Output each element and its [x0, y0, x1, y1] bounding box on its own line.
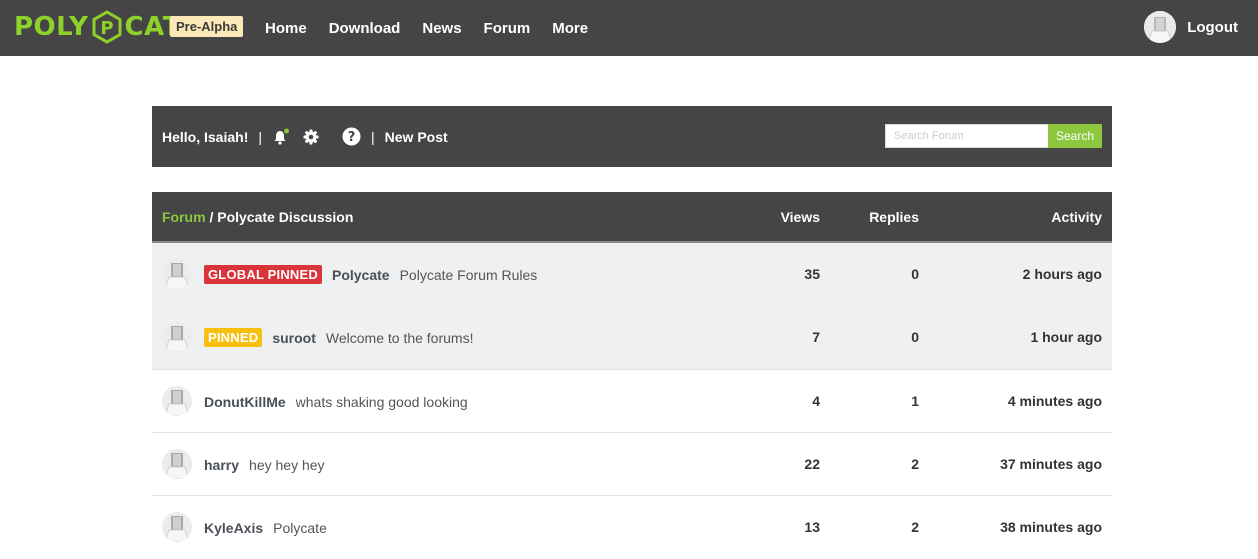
- topics-table-header: Forum / Polycate Discussion Views Replie…: [152, 192, 1112, 243]
- help-icon[interactable]: ?: [342, 127, 361, 146]
- search-input[interactable]: [885, 124, 1048, 148]
- breadcrumb-current: Polycate Discussion: [217, 209, 354, 225]
- column-header-views[interactable]: Views: [781, 192, 820, 242]
- author-avatar[interactable]: [162, 512, 192, 542]
- topic-author[interactable]: harry: [204, 457, 239, 473]
- topic-author[interactable]: KyleAxis: [204, 520, 263, 536]
- forum-toolbar: Hello, Isaiah! | ? | New Post Search For…: [152, 106, 1112, 167]
- topic-row[interactable]: KyleAxis Polycate 13 2 38 minutes ago: [152, 495, 1112, 558]
- global-pinned-badge: GLOBAL PINNED: [204, 265, 322, 284]
- topic-activity: 1 hour ago: [1030, 329, 1102, 345]
- pre-alpha-badge: Pre-Alpha: [170, 16, 244, 37]
- logout-link[interactable]: Logout: [1187, 19, 1238, 36]
- topic-author[interactable]: Polycate: [332, 267, 390, 283]
- topic-title[interactable]: Polycate Forum Rules: [400, 267, 538, 283]
- toolbar-separator: |: [371, 128, 375, 145]
- topic-activity: 37 minutes ago: [1000, 456, 1102, 472]
- avatar-figure-icon: [162, 512, 192, 542]
- author-avatar[interactable]: [162, 449, 192, 479]
- nav-forum-link[interactable]: Forum: [484, 20, 531, 37]
- greeting-text: Hello, Isaiah!: [162, 128, 249, 145]
- topic-views: 7: [812, 329, 820, 345]
- forum-search: Search: [885, 124, 1102, 148]
- search-button[interactable]: Search: [1048, 124, 1102, 148]
- topic-views: 13: [804, 519, 820, 535]
- author-avatar[interactable]: [162, 322, 192, 352]
- avatar-figure-icon: [162, 386, 192, 416]
- topic-row[interactable]: DonutKillMe whats shaking good looking 4…: [152, 369, 1112, 432]
- avatar-figure-icon: [162, 259, 192, 289]
- topic-replies: 0: [911, 329, 919, 345]
- topic-views: 22: [804, 456, 820, 472]
- column-header-replies[interactable]: Replies: [869, 192, 919, 242]
- topic-row[interactable]: GLOBAL PINNED Polycate Polycate Forum Ru…: [152, 243, 1112, 306]
- toolbar-separator: |: [258, 128, 262, 145]
- avatar-figure-icon: [162, 322, 192, 352]
- avatar-figure-icon: [1144, 11, 1177, 43]
- user-avatar[interactable]: [1144, 11, 1177, 43]
- logo-hex-icon: P: [92, 10, 122, 44]
- topic-activity: 2 hours ago: [1022, 266, 1102, 282]
- breadcrumb-forum-link[interactable]: Forum: [162, 209, 206, 225]
- topic-replies: 1: [911, 393, 919, 409]
- bell-icon[interactable]: [272, 128, 290, 146]
- gear-icon[interactable]: [302, 128, 320, 146]
- topic-replies: 2: [911, 519, 919, 535]
- topic-author[interactable]: DonutKillMe: [204, 394, 286, 410]
- svg-text:?: ?: [348, 130, 356, 145]
- topic-activity: 38 minutes ago: [1000, 519, 1102, 535]
- topic-replies: 2: [911, 456, 919, 472]
- topic-row[interactable]: harry hey hey hey 22 2 37 minutes ago: [152, 432, 1112, 495]
- topic-replies: 0: [911, 266, 919, 282]
- author-avatar[interactable]: [162, 259, 192, 289]
- top-navbar: POLY P CATE Pre-Alpha Home Download News…: [0, 0, 1258, 56]
- topic-title[interactable]: Polycate: [273, 520, 327, 536]
- logo-text-left: POLY: [14, 12, 89, 42]
- author-avatar[interactable]: [162, 386, 192, 416]
- pinned-badge: PINNED: [204, 328, 263, 347]
- topic-title[interactable]: Welcome to the forums!: [326, 330, 474, 346]
- new-post-link[interactable]: New Post: [385, 129, 448, 145]
- user-menu: Logout: [1144, 10, 1238, 44]
- topic-title[interactable]: whats shaking good looking: [296, 394, 468, 410]
- nav-more-link[interactable]: More: [552, 20, 588, 37]
- topic-row[interactable]: PINNED suroot Welcome to the forums! 7 0…: [152, 306, 1112, 369]
- main-nav: Home Download News Forum More: [265, 0, 610, 56]
- nav-download-link[interactable]: Download: [329, 20, 401, 37]
- topic-title[interactable]: hey hey hey: [249, 457, 325, 473]
- column-header-activity[interactable]: Activity: [1051, 192, 1102, 242]
- topic-author[interactable]: suroot: [272, 330, 316, 346]
- breadcrumb: Forum / Polycate Discussion: [162, 192, 353, 242]
- avatar-figure-icon: [162, 449, 192, 479]
- nav-home-link[interactable]: Home: [265, 20, 307, 37]
- breadcrumb-separator: /: [205, 209, 218, 225]
- topic-views: 35: [804, 266, 820, 282]
- nav-news-link[interactable]: News: [422, 20, 461, 37]
- topic-views: 4: [812, 393, 820, 409]
- topic-activity: 4 minutes ago: [1007, 393, 1102, 409]
- logo-mark: P: [100, 18, 113, 39]
